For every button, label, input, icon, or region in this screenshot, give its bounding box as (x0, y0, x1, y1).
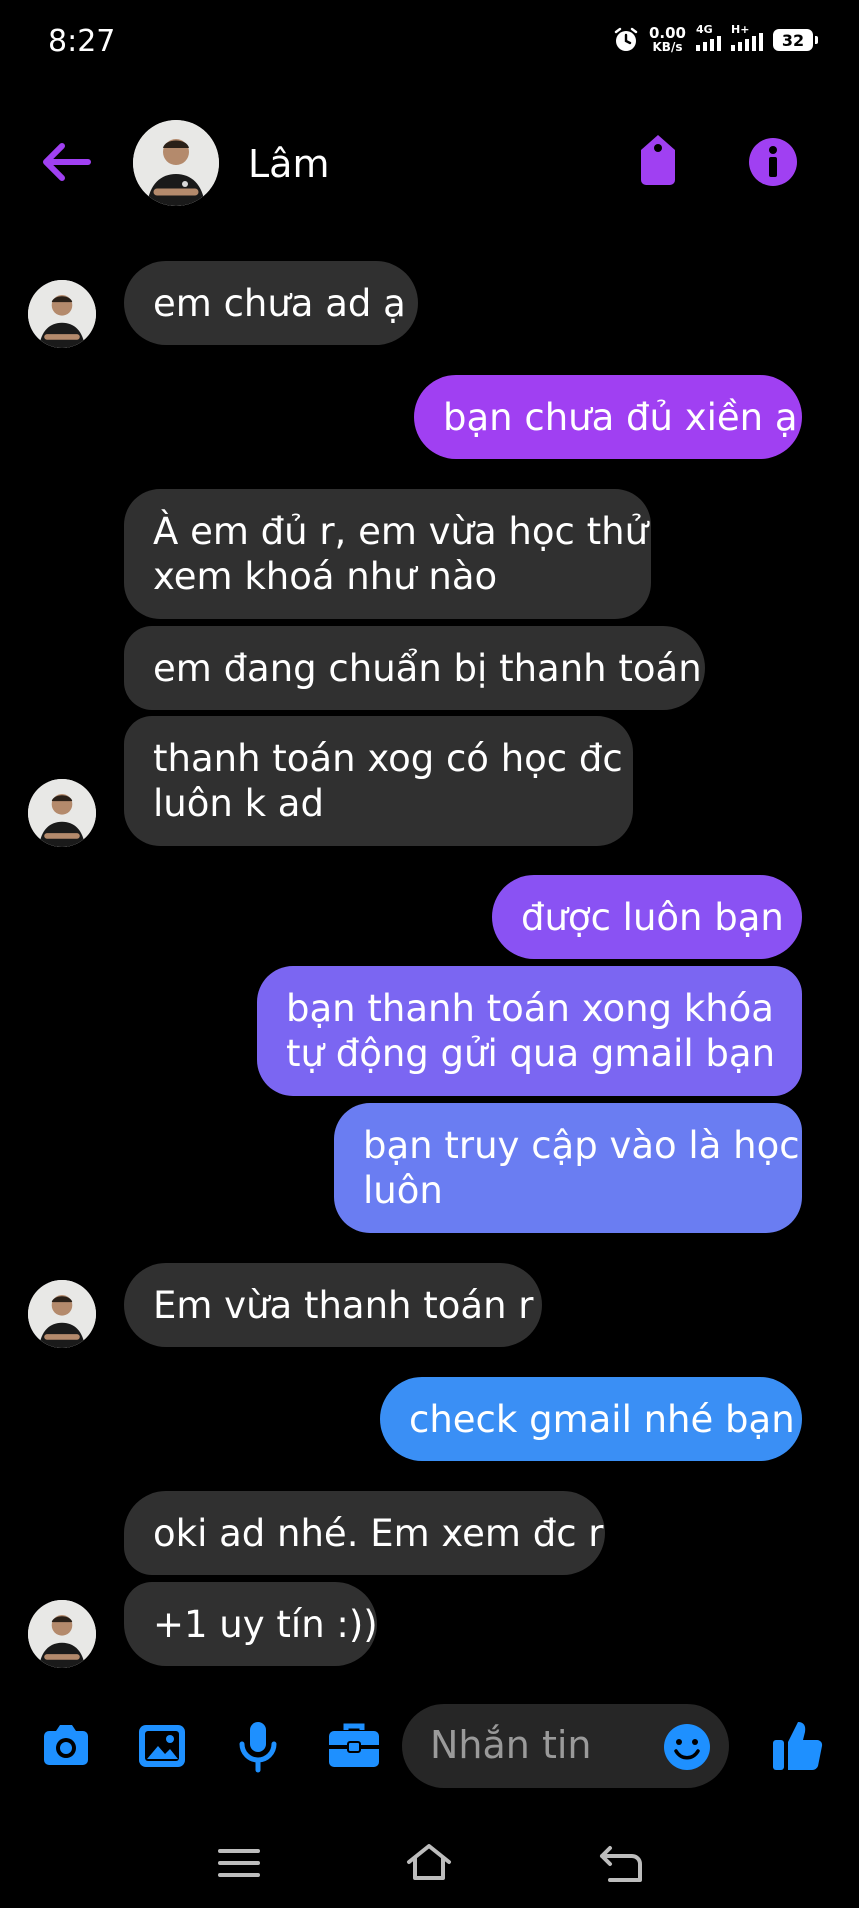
message-bubble-incoming[interactable]: em đang chuẩn bị thanh toán (124, 626, 705, 710)
info-icon[interactable] (747, 136, 799, 188)
signal-sim1-icon: 4G (696, 23, 721, 51)
message-text: thanh toán xog có học đc (153, 737, 623, 780)
message-bubble-incoming[interactable]: Em vừa thanh toán r (124, 1263, 542, 1347)
message-bubble-outgoing[interactable]: bạn truy cập vào là học luôn (334, 1103, 802, 1233)
contact-avatar[interactable] (133, 120, 219, 206)
sender-avatar[interactable] (28, 280, 96, 348)
message-text: luôn k ad (153, 782, 324, 825)
message-text: luôn (363, 1169, 443, 1212)
message-bubble-outgoing[interactable]: bạn thanh toán xong khóa tự động gửi qua… (257, 966, 802, 1096)
toolbox-icon[interactable] (326, 1718, 382, 1774)
alarm-icon (614, 27, 638, 51)
sim1-label: 4G (696, 23, 713, 36)
thumbs-up-icon[interactable] (770, 1714, 826, 1774)
message-input[interactable]: Nhắn tin (402, 1704, 729, 1788)
image-icon[interactable] (134, 1718, 190, 1774)
message-bubble-outgoing[interactable]: bạn chưa đủ xiền ạ (414, 375, 802, 459)
status-time: 8:27 (48, 24, 116, 59)
message-composer: Nhắn tin (0, 1700, 859, 1792)
sender-avatar[interactable] (28, 779, 96, 847)
camera-icon[interactable] (38, 1718, 94, 1774)
microphone-icon[interactable] (230, 1718, 286, 1774)
status-right: 0.00 KB/s 4G H+ 32 (613, 23, 818, 54)
message-bubble-incoming[interactable]: oki ad nhé. Em xem đc r (124, 1491, 605, 1575)
avatar-photo (133, 120, 219, 206)
sender-avatar[interactable] (28, 1280, 96, 1348)
network-speed: 0.00 KB/s (649, 26, 686, 54)
system-nav-bar (0, 1820, 859, 1908)
home-icon[interactable] (404, 1838, 454, 1888)
network-speed-value: 0.00 (648, 24, 686, 42)
message-text: em đang chuẩn bị thanh toán (153, 646, 702, 690)
message-text: oki ad nhé. Em xem đc r (153, 1511, 604, 1555)
message-bubble-incoming[interactable]: À em đủ r, em vừa học thử xem khoá như n… (124, 489, 651, 619)
contact-name[interactable]: Lâm (248, 142, 329, 186)
menu-icon[interactable] (214, 1838, 264, 1888)
status-bar: 8:27 0.00 KB/s 4G H+ 32 (0, 0, 859, 90)
message-text: Em vừa thanh toán r (153, 1283, 534, 1327)
message-bubble-outgoing[interactable]: được luôn bạn (492, 875, 802, 959)
message-text: được luôn bạn (521, 895, 784, 939)
message-text: bạn thanh toán xong khóa (286, 987, 774, 1030)
battery-indicator: 32 (773, 29, 818, 51)
tag-icon[interactable] (633, 132, 683, 188)
message-bubble-outgoing[interactable]: check gmail nhé bạn (380, 1377, 802, 1461)
message-input-placeholder: Nhắn tin (430, 1723, 592, 1767)
message-text: xem khoá như nào (153, 555, 498, 598)
message-text: em chưa ad ạ (153, 281, 406, 325)
sim2-label: H+ (731, 23, 750, 36)
message-text: bạn chưa đủ xiền ạ (443, 395, 798, 439)
message-text: check gmail nhé bạn (409, 1397, 795, 1441)
signal-sim2-icon: H+ (731, 23, 763, 51)
message-bubble-incoming[interactable]: em chưa ad ạ (124, 261, 418, 345)
message-text: À em đủ r, em vừa học thử (153, 510, 649, 553)
arrow-left-icon[interactable] (36, 140, 96, 184)
message-bubble-incoming[interactable]: thanh toán xog có học đc luôn k ad (124, 716, 633, 846)
sender-avatar[interactable] (28, 1600, 96, 1668)
network-speed-unit: KB/s (652, 40, 683, 54)
message-bubble-incoming[interactable]: +1 uy tín :)) (124, 1582, 378, 1666)
message-text: tự động gửi qua gmail bạn (286, 1032, 776, 1075)
message-text: bạn truy cập vào là học (363, 1124, 800, 1167)
conversation-header: Lâm (0, 110, 859, 220)
message-text: +1 uy tín :)) (153, 1602, 378, 1646)
back-icon[interactable] (596, 1838, 646, 1888)
emoji-icon[interactable] (663, 1723, 711, 1771)
